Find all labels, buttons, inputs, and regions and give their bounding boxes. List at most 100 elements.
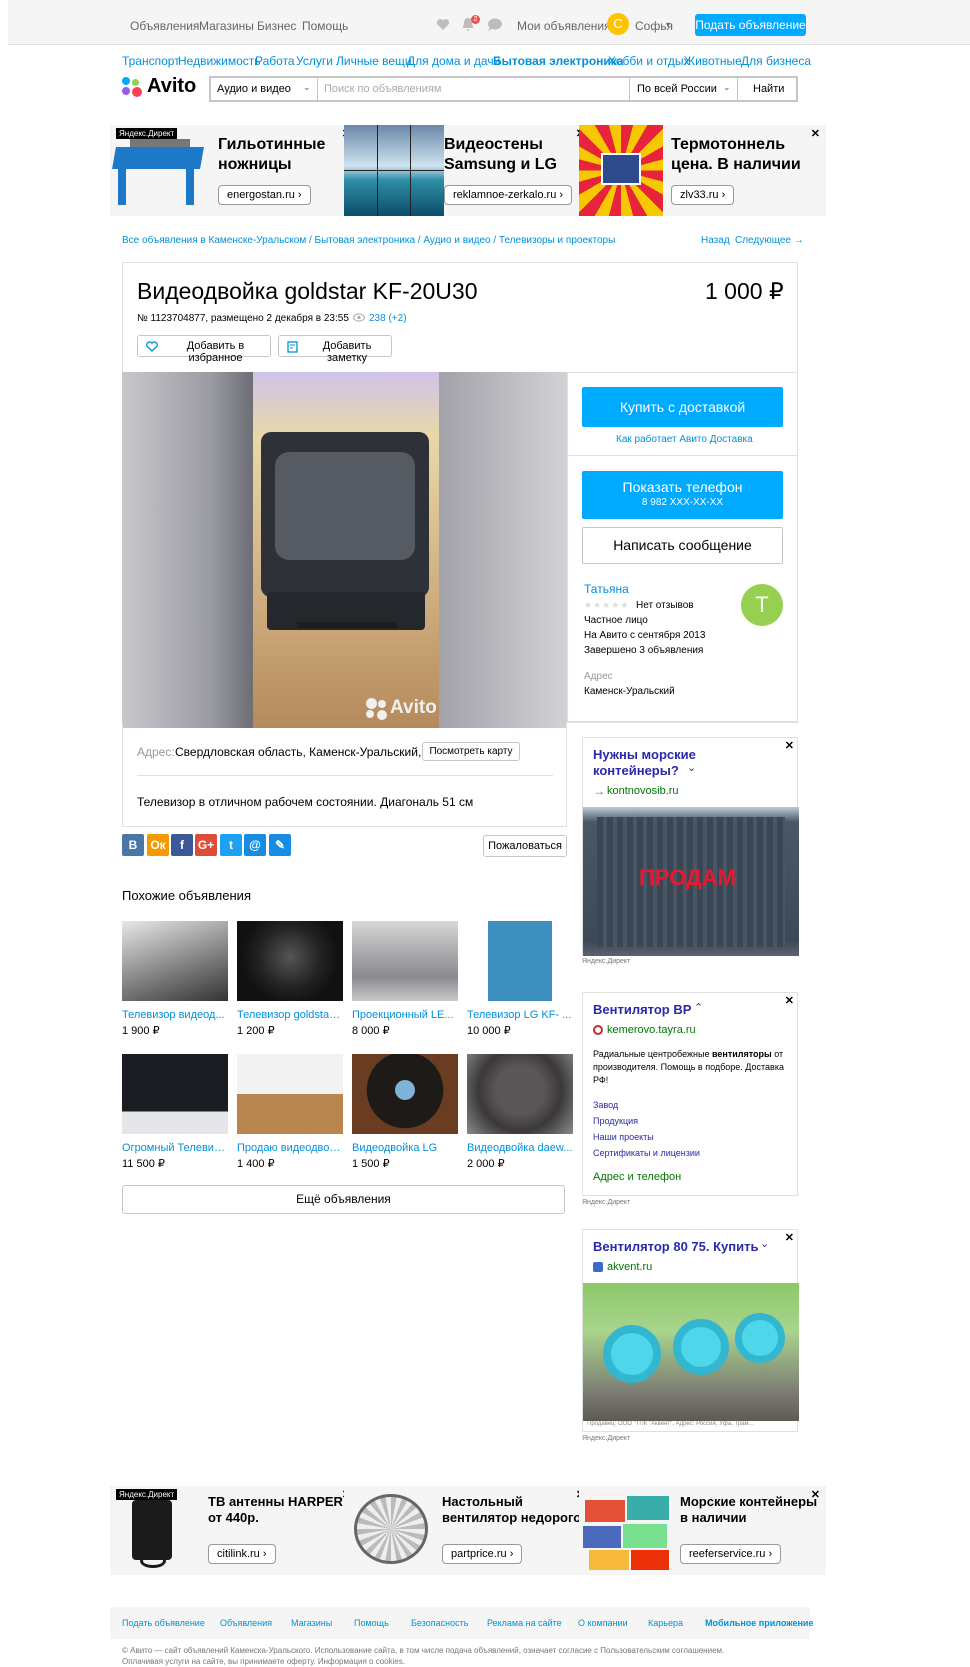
more-ads-button[interactable]: Ещё объявления — [122, 1185, 565, 1214]
cat-electronics[interactable]: Бытовая электроника — [493, 54, 623, 68]
twitter-icon[interactable]: t — [220, 834, 242, 856]
facebook-icon[interactable]: f — [171, 834, 193, 856]
chevron-down-icon[interactable]: ⌄ — [760, 1237, 769, 1250]
top-ad-3[interactable]: Термотоннель цена. В наличии zlv33.ru › … — [579, 125, 826, 216]
avito-logo-icon[interactable] — [122, 77, 144, 99]
side-ad-contacts[interactable]: Адрес и телефон — [593, 1171, 681, 1183]
user-avatar[interactable]: С — [607, 13, 629, 35]
ad-title[interactable]: Настольный вентилятор недорого — [442, 1494, 587, 1526]
side-ad-domain[interactable]: akvent.ru — [607, 1261, 652, 1273]
heart-icon[interactable] — [436, 18, 450, 31]
side-ad-containers[interactable]: ✕ Нужны морские контейнеры? ⌄ → kontnovo… — [582, 737, 799, 956]
odnoklassniki-icon[interactable]: Ок — [147, 834, 169, 856]
next-link[interactable]: Следующее → — [735, 235, 804, 246]
footer-link[interactable]: Подать объявление — [122, 1618, 205, 1628]
add-note-button[interactable]: Добавить заметку — [278, 335, 392, 364]
seller-reviews[interactable]: Нет отзывов — [636, 600, 694, 611]
nav-help[interactable]: Помощь — [302, 19, 348, 33]
sitelink-factory[interactable]: Завод — [593, 1100, 618, 1110]
close-icon[interactable]: ✕ — [785, 739, 794, 752]
back-link[interactable]: Назад — [701, 235, 730, 246]
seller-avatar[interactable]: Т — [741, 584, 783, 626]
similar-item[interactable]: Продаю видеодвой... 1 400 ₽ — [237, 1054, 343, 1170]
ad-domain[interactable]: reklamnoe-zerkalo.ru › — [444, 185, 573, 205]
nav-business[interactable]: Бизнес — [257, 19, 296, 33]
cat-transport[interactable]: Транспорт — [122, 54, 180, 68]
chat-icon[interactable] — [487, 18, 503, 31]
similar-item[interactable]: Телевизор видеод... 1 900 ₽ — [122, 921, 228, 1037]
footer-link-mobile[interactable]: Мобильное приложение — [705, 1618, 813, 1628]
similar-item[interactable]: Огромный Телевиз... 11 500 ₽ — [122, 1054, 228, 1170]
region-select[interactable]: По всей России — [637, 83, 717, 95]
user-chevron-icon[interactable]: ▾ — [666, 20, 670, 29]
chevron-down-icon[interactable]: ⌄ — [687, 761, 696, 774]
cat-services[interactable]: Услуги — [296, 54, 333, 68]
footer-link[interactable]: Безопасность — [411, 1618, 468, 1628]
ad-domain[interactable]: zlv33.ru › — [671, 185, 735, 205]
write-message-button[interactable]: Написать сообщение — [582, 527, 783, 564]
seller-name[interactable]: Татьяна — [584, 582, 629, 596]
footer-link[interactable]: Магазины — [291, 1618, 332, 1628]
sitelink-licenses[interactable]: Сертификаты и лицензии — [593, 1148, 700, 1158]
category-chevron-icon[interactable]: ⌄ — [303, 82, 311, 93]
breadcrumb[interactable]: Все объявления в Каменске-Уральском / Бы… — [122, 235, 615, 246]
cat-realty[interactable]: Недвижимость — [178, 54, 261, 68]
ad-title[interactable]: Видеостены Samsung и LG — [444, 135, 574, 175]
complain-button[interactable]: Пожаловаться — [483, 835, 567, 857]
ad-title[interactable]: Морские контейнеры в наличии — [680, 1494, 825, 1526]
cat-jobs[interactable]: Работа — [255, 54, 295, 68]
cat-business[interactable]: Для бизнеса — [741, 54, 811, 68]
similar-item[interactable]: Видеодвойка LG 1 500 ₽ — [352, 1054, 458, 1170]
bottom-ad-2[interactable]: Настольный вентилятор недорого partprice… — [344, 1486, 591, 1575]
ad-title[interactable]: Термотоннель цена. В наличии — [671, 135, 821, 175]
ad-domain[interactable]: reeferservice.ru › — [680, 1544, 782, 1564]
ad-title[interactable]: ТВ антенны HARPER от 440р. — [208, 1494, 353, 1526]
views-count[interactable]: 238 (+2) — [369, 313, 407, 324]
sitelink-products[interactable]: Продукция — [593, 1116, 638, 1126]
region-chevron-icon[interactable]: ⌄ — [723, 82, 731, 93]
side-ad-title[interactable]: Вентилятор ВР — [593, 1002, 691, 1017]
side-ad-domain[interactable]: kontnovosib.ru — [607, 785, 679, 797]
footer-link[interactable]: Помощь — [354, 1618, 389, 1628]
cat-animals[interactable]: Животные — [684, 54, 742, 68]
close-icon[interactable]: ✕ — [811, 1488, 820, 1501]
ad-domain[interactable]: citilink.ru › — [208, 1544, 276, 1564]
top-ad-1[interactable]: Яндекс.Директ Гильотинные ножницы energo… — [110, 125, 357, 216]
chevron-up-icon[interactable]: ⌃ — [694, 1001, 703, 1014]
bottom-ad-3[interactable]: Морские контейнеры в наличии reeferservi… — [579, 1486, 826, 1575]
similar-item[interactable]: Видеодвойка daew... 2 000 ₽ — [467, 1054, 573, 1170]
add-favorite-button[interactable]: Добавить в избранное — [137, 335, 271, 364]
side-ad-domain[interactable]: kemerovo.tayra.ru — [607, 1024, 696, 1036]
cat-hobby[interactable]: Хобби и отдых — [608, 54, 690, 68]
my-ads-link[interactable]: Мои объявления — [517, 19, 611, 33]
cat-home[interactable]: Для дома и дачи — [407, 54, 500, 68]
logo-text[interactable]: Avito — [147, 75, 196, 98]
search-input[interactable]: Поиск по объявлениям — [324, 83, 441, 95]
close-icon[interactable]: ✕ — [785, 1231, 794, 1244]
similar-item[interactable]: Телевизор LG KF- ... 10 000 ₽ — [467, 921, 573, 1037]
footer-link[interactable]: О компании — [578, 1618, 628, 1628]
mailru-icon[interactable]: @ — [244, 834, 266, 856]
close-icon[interactable]: ✕ — [811, 127, 820, 140]
similar-item[interactable]: Телевизор goldstar ... 1 200 ₽ — [237, 921, 343, 1037]
delivery-info-link[interactable]: Как работает Авито Доставка — [616, 434, 753, 445]
ad-title[interactable]: Гильотинные ножницы — [218, 135, 348, 175]
cat-personal[interactable]: Личные вещи — [336, 54, 412, 68]
nav-ads[interactable]: Объявления — [130, 19, 199, 33]
post-ad-button[interactable]: Подать объявление — [695, 14, 806, 36]
show-phone-button[interactable]: Показать телефон 8 982 XXX-XX-XX — [582, 471, 783, 519]
similar-item[interactable]: Проекционный LE... 8 000 ₽ — [352, 921, 458, 1037]
search-category-select[interactable]: Аудио и видео — [217, 83, 291, 95]
buy-delivery-button[interactable]: Купить с доставкой — [582, 387, 783, 427]
item-photo[interactable]: Avito — [122, 372, 567, 728]
footer-link[interactable]: Реклама на сайте — [487, 1618, 562, 1628]
sitelink-projects[interactable]: Наши проекты — [593, 1132, 654, 1142]
close-icon[interactable]: ✕ — [785, 994, 794, 1007]
google-plus-icon[interactable]: G+ — [195, 834, 217, 856]
bottom-ad-1[interactable]: Яндекс.Директ ТВ антенны HARPER от 440р.… — [110, 1486, 357, 1575]
nav-shops[interactable]: Магазины — [199, 19, 254, 33]
vk-icon[interactable]: В — [122, 834, 144, 856]
ad-domain[interactable]: energostan.ru › — [218, 185, 311, 205]
side-ad-fan[interactable]: ✕ Вентилятор ВР ⌃ kemerovo.tayra.ru Ради… — [582, 992, 798, 1196]
side-ad-fan-80[interactable]: ✕ Вентилятор 80 75. Купить ⌄ akvent.ru П… — [582, 1229, 799, 1432]
